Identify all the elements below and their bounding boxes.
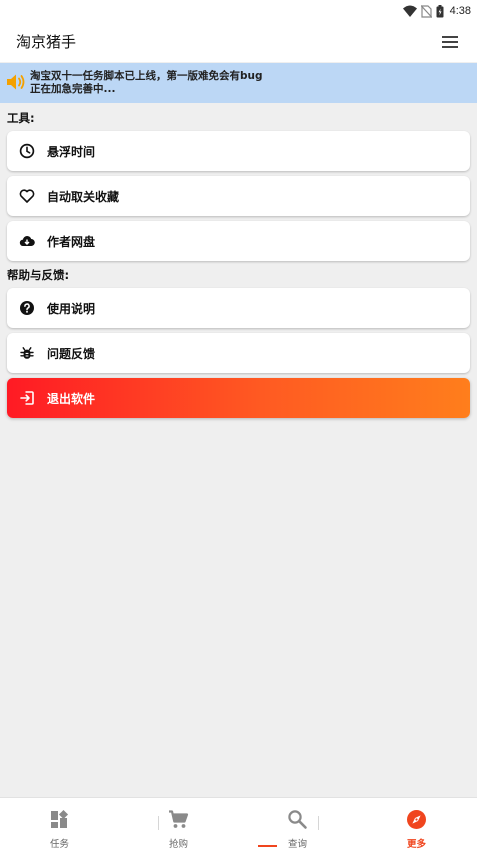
nav-tab-purchase[interactable]: 抢购 [119,798,238,849]
auto-unfollow-button[interactable]: 自动取关收藏 [7,176,470,216]
bug-icon [19,345,35,361]
nav-label-purchase: 抢购 [168,839,188,849]
cloud-download-icon [19,233,35,249]
nav-label-more: 更多 [406,839,426,849]
nav-label-search: 查询 [287,839,307,849]
notice-line-1: 淘宝双十一任务脚本已上线，第一版难免会有bug [30,70,263,82]
compass-icon [406,809,427,830]
tools-section-label: 工具: [7,111,35,125]
notice-banner: 淘宝双十一任务脚本已上线，第一版难免会有bug 正在加急完善中... [0,63,477,103]
notice-line-2: 正在加急完善中... [30,83,116,95]
nav-divider [318,816,319,830]
app-bar: 淘京猪手 [0,22,477,62]
status-bar: 4:38 [0,0,477,22]
dashboard-icon [49,809,70,830]
notice-text: 淘宝双十一任务脚本已上线，第一版难免会有bug 正在加急完善中... [30,70,263,96]
hamburger-menu-icon[interactable] [441,34,459,50]
nav-tab-more[interactable]: 更多 [357,798,476,849]
author-cloud-drive-button[interactable]: 作者网盘 [7,221,470,261]
author-cloud-drive-label: 作者网盘 [47,235,96,249]
heart-icon [19,188,35,204]
wifi-icon [402,5,417,17]
nav-active-indicator [258,845,277,847]
feedback-button[interactable]: 问题反馈 [7,333,470,373]
bottom-navigation: 任务 抢购 查询 更多 [0,797,477,849]
floating-time-button[interactable]: 悬浮时间 [7,131,470,171]
instructions-button[interactable]: 使用说明 [7,288,470,328]
nav-tab-search[interactable]: 查询 [238,798,357,849]
speaker-icon [6,73,26,95]
exit-app-label: 退出软件 [47,392,96,406]
search-icon [287,809,308,830]
shopping-cart-icon [168,809,189,830]
no-sim-icon [420,4,432,18]
floating-time-label: 悬浮时间 [47,145,96,159]
feedback-label: 问题反馈 [47,347,96,361]
help-section-label: 帮助与反馈: [7,268,70,282]
status-time: 4:38 [449,5,471,17]
instructions-label: 使用说明 [47,302,96,316]
exit-app-button[interactable]: 退出软件 [7,378,470,418]
nav-tab-tasks[interactable]: 任务 [0,798,119,849]
exit-icon [19,390,35,406]
status-icons: 4:38 [402,3,471,19]
clock-icon [19,143,35,159]
app-title: 淘京猪手 [16,33,77,51]
battery-icon [436,4,444,18]
help-circle-icon [19,300,35,316]
nav-label-tasks: 任务 [49,839,69,849]
auto-unfollow-label: 自动取关收藏 [47,190,120,204]
